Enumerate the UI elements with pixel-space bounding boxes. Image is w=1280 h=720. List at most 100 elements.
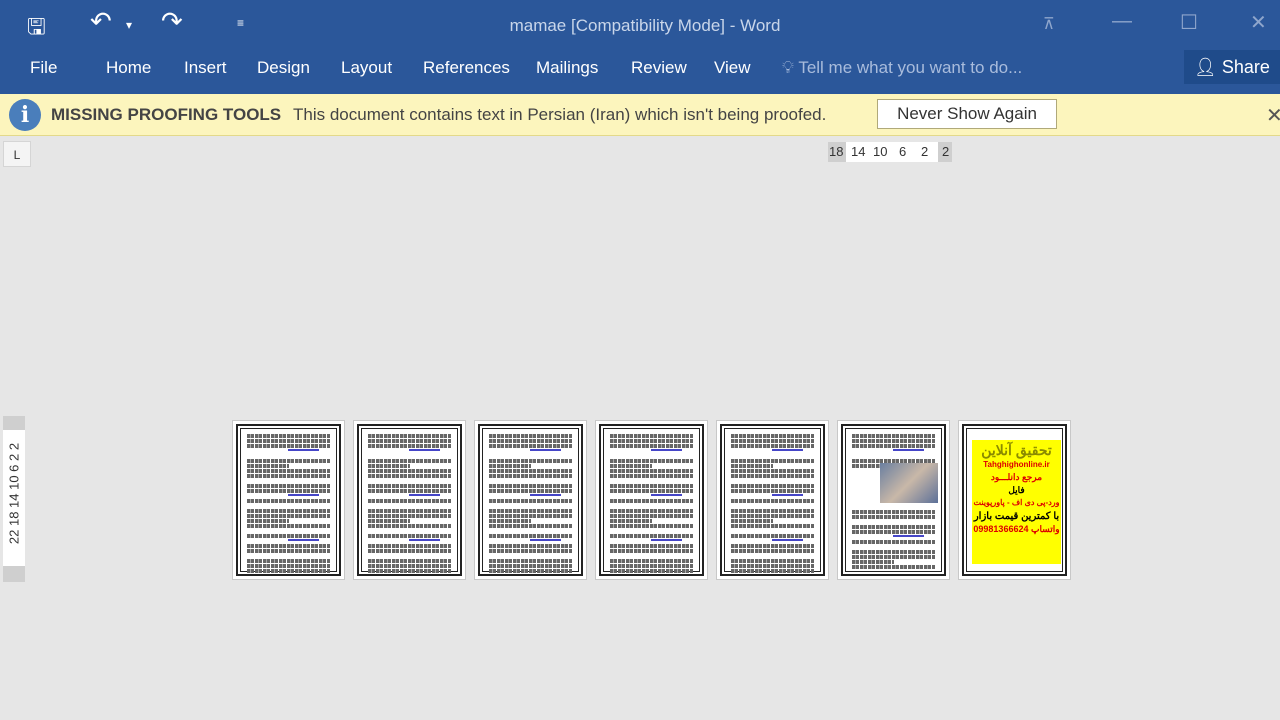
text-line [489, 499, 572, 503]
text-line [489, 459, 572, 463]
text-line [489, 569, 572, 573]
tab-references[interactable]: References [423, 58, 510, 78]
text-line [489, 444, 572, 448]
page-thumbnail[interactable] [595, 420, 708, 580]
text-line [651, 449, 682, 451]
text-line [852, 565, 935, 569]
text-line [247, 534, 330, 538]
text-line [530, 539, 561, 541]
vertical-ruler-ticks: 22 18 14 10 6 2 2 [6, 442, 22, 545]
text-line [852, 515, 935, 519]
text-line [368, 519, 410, 523]
tell-me-search[interactable]: 💡︎ Tell me what you want to do... [782, 58, 1022, 78]
ruler-tick: 2 [942, 144, 950, 159]
text-line [368, 469, 451, 473]
lightbulb-icon: 💡︎ [782, 58, 794, 77]
share-label: Share [1221, 57, 1270, 77]
text-line [731, 474, 814, 478]
text-line [731, 509, 814, 513]
text-line [368, 524, 451, 528]
text-line [610, 464, 652, 468]
text-line [610, 439, 693, 443]
text-line [610, 489, 693, 493]
text-line [731, 499, 814, 503]
never-show-again-button[interactable]: Never Show Again [877, 99, 1057, 129]
text-line [852, 439, 935, 443]
text-line [368, 534, 451, 538]
text-line [731, 544, 814, 548]
text-line [247, 569, 330, 573]
text-line [651, 539, 682, 541]
text-line [610, 434, 693, 438]
text-line [731, 459, 814, 463]
minimize-icon[interactable]: — [1112, 10, 1132, 33]
tab-view[interactable]: View [714, 58, 751, 78]
text-line [288, 449, 319, 451]
vertical-ruler[interactable]: 22 18 14 10 6 2 2 [3, 416, 25, 582]
text-line [247, 524, 330, 528]
text-line [489, 464, 531, 468]
advertisement-image: تحقیق آنلاین Tahghighonline.ir مرجع دانلــ… [972, 440, 1061, 564]
text-line [852, 444, 935, 448]
text-line [247, 474, 330, 478]
ad-text: تحقیق آنلاین [981, 442, 1052, 458]
page-thumbnail[interactable] [474, 420, 587, 580]
tab-insert[interactable]: Insert [184, 58, 227, 78]
person-add-icon: 👤︎ [1194, 57, 1217, 77]
page-thumbnail[interactable] [353, 420, 466, 580]
page-thumbnail[interactable] [837, 420, 950, 580]
tab-mailings[interactable]: Mailings [536, 58, 598, 78]
text-line [368, 474, 451, 478]
tab-home[interactable]: Home [106, 58, 151, 78]
text-line [247, 439, 330, 443]
text-line [610, 459, 693, 463]
text-line [368, 549, 451, 553]
text-line [247, 484, 330, 488]
text-line [731, 439, 814, 443]
tab-stop-selector[interactable]: L [3, 141, 31, 167]
text-line [247, 519, 289, 523]
page-thumbnail[interactable] [716, 420, 829, 580]
text-line [409, 494, 440, 496]
text-line [651, 494, 682, 496]
page-thumbnail[interactable]: تحقیق آنلاین Tahghighonline.ir مرجع دانلــ… [958, 420, 1071, 580]
share-button[interactable]: 👤︎ Share [1184, 50, 1280, 84]
text-line [731, 489, 814, 493]
text-line [247, 544, 330, 548]
text-line [852, 555, 935, 559]
text-line [489, 439, 572, 443]
text-line [368, 444, 451, 448]
text-line [247, 549, 330, 553]
tab-review[interactable]: Review [631, 58, 687, 78]
close-icon[interactable]: ✕ [1250, 10, 1267, 35]
text-line [772, 449, 803, 451]
tab-layout[interactable]: Layout [341, 58, 392, 78]
text-line [731, 484, 814, 488]
text-line [247, 434, 330, 438]
ruler-tick: 10 [873, 144, 888, 159]
close-message-icon[interactable]: ✕ [1266, 103, 1280, 128]
text-line [368, 544, 451, 548]
text-line [368, 459, 451, 463]
page-thumbnail[interactable] [232, 420, 345, 580]
text-line [731, 469, 814, 473]
text-line [893, 535, 924, 537]
text-line [368, 464, 410, 468]
ad-text: ورد-پی دی اف - پاورپوینت [973, 497, 1060, 507]
ruler-tick: 18 [829, 144, 844, 159]
tab-file[interactable]: File [30, 58, 57, 78]
ribbon-display-options-icon[interactable]: ⊼ [1043, 14, 1055, 34]
text-line [610, 444, 693, 448]
text-line [368, 499, 451, 503]
text-line [610, 499, 693, 503]
maximize-icon[interactable]: ☐ [1180, 10, 1198, 35]
text-line [489, 524, 572, 528]
text-line [247, 459, 330, 463]
text-line [852, 550, 935, 554]
text-line [530, 494, 561, 496]
text-line [610, 559, 693, 563]
ad-text: مرجع دانلـــود [990, 472, 1043, 483]
tab-design[interactable]: Design [257, 58, 310, 78]
text-line [489, 509, 572, 513]
text-line [489, 484, 572, 488]
